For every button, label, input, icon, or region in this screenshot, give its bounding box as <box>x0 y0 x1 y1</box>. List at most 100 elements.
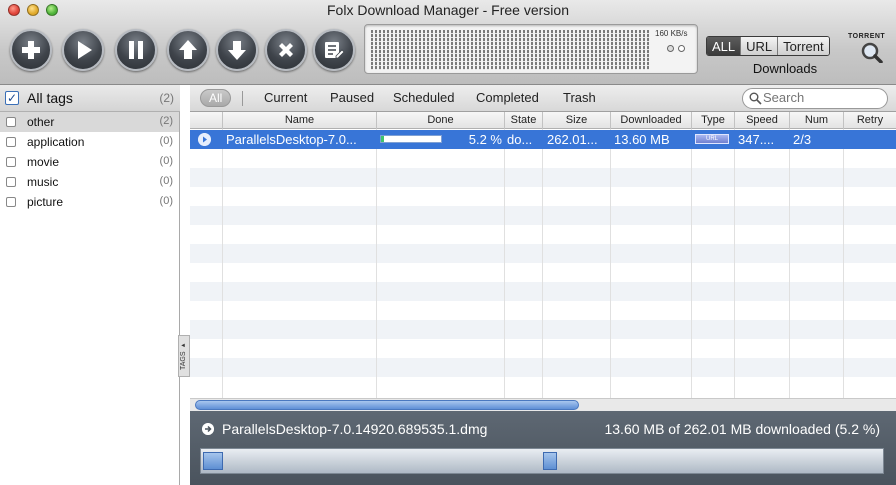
filter-url[interactable]: URL <box>740 37 778 55</box>
resume-button[interactable] <box>62 29 104 71</box>
scrollbar-thumb[interactable] <box>195 400 579 410</box>
column-header-size[interactable]: Size <box>542 112 610 129</box>
toolbar: Folx Download Manager - Free version 160… <box>0 0 896 85</box>
download-details-panel: ParallelsDesktop-7.0.14920.689535.1.dmg … <box>190 411 896 485</box>
row-downloaded: 13.60 MB <box>614 132 670 147</box>
tab-current[interactable]: Current <box>264 90 307 105</box>
empty-row <box>190 282 896 301</box>
speed-limit-selector[interactable] <box>665 45 687 57</box>
tag-name: music <box>27 175 59 189</box>
all-tags-checkbox[interactable]: ✓ <box>5 91 19 105</box>
table-header: Name Done State Size Downloaded Type Spe… <box>190 112 896 129</box>
plus-icon <box>22 41 40 59</box>
row-progress-fill <box>381 136 384 142</box>
tab-completed[interactable]: Completed <box>476 90 539 105</box>
empty-row <box>190 244 896 263</box>
column-divider <box>504 129 505 398</box>
detail-filename: ParallelsDesktop-7.0.14920.689535.1.dmg <box>222 421 488 437</box>
tag-count: (0) <box>159 195 173 207</box>
column-header-name[interactable]: Name <box>222 112 376 129</box>
move-up-button[interactable] <box>167 29 209 71</box>
table-row[interactable]: ParallelsDesktop-7.0... 5.2 % do... 262.… <box>190 130 896 149</box>
arrow-up-icon <box>179 40 197 59</box>
column-divider <box>734 129 735 398</box>
downloads-table: Name Done State Size Downloaded Type Spe… <box>190 112 896 398</box>
tag-item-movie[interactable]: movie (0) <box>0 152 179 172</box>
tab-all[interactable]: All <box>200 89 232 107</box>
tag-item-picture[interactable]: picture (0) <box>0 192 179 212</box>
arrow-circle-icon <box>202 423 214 435</box>
tab-paused[interactable]: Paused <box>330 90 374 105</box>
empty-row <box>190 320 896 339</box>
empty-row <box>190 263 896 282</box>
column-header-icon[interactable] <box>190 112 222 129</box>
column-divider <box>542 129 543 398</box>
search-icon <box>749 92 762 105</box>
move-down-button[interactable] <box>216 29 258 71</box>
search-box[interactable] <box>742 88 888 109</box>
column-divider <box>610 129 611 398</box>
tag-checkbox[interactable] <box>6 177 16 187</box>
column-header-type[interactable]: Type <box>691 112 734 129</box>
empty-row <box>190 301 896 320</box>
empty-row <box>190 358 896 377</box>
row-num: 2/3 <box>793 132 812 147</box>
tag-checkbox[interactable] <box>6 117 16 127</box>
delete-button[interactable] <box>265 29 307 71</box>
filter-all[interactable]: ALL <box>707 37 741 55</box>
tab-scheduled[interactable]: Scheduled <box>393 90 454 105</box>
play-circle-icon[interactable] <box>198 133 211 146</box>
empty-row <box>190 149 896 168</box>
horizontal-scrollbar[interactable] <box>190 398 896 411</box>
tag-name: application <box>27 135 85 149</box>
empty-row <box>190 168 896 187</box>
column-divider <box>691 129 692 398</box>
row-state: do... <box>507 132 533 147</box>
tag-name: other <box>27 115 55 129</box>
row-done: 5.2 % <box>468 132 502 147</box>
edit-button[interactable] <box>313 29 355 71</box>
speed-limit-label: 160 KB/s <box>655 29 688 38</box>
tag-item-music[interactable]: music (0) <box>0 172 179 192</box>
empty-row <box>190 206 896 225</box>
pause-icon <box>129 41 143 59</box>
all-tags-row[interactable]: ✓ All tags (2) <box>0 85 180 112</box>
play-icon <box>78 41 92 59</box>
column-header-done[interactable]: Done <box>376 112 504 129</box>
column-header-retry[interactable]: Retry <box>843 112 896 129</box>
tag-count: (2) <box>159 115 173 127</box>
pause-button[interactable] <box>115 29 157 71</box>
tag-count: (0) <box>159 135 173 147</box>
filter-torrent[interactable]: Torrent <box>777 37 829 55</box>
tags-panel-toggle[interactable]: TAGS ▸ <box>178 335 190 377</box>
tab-separator <box>242 91 243 106</box>
empty-row <box>190 225 896 244</box>
add-download-button[interactable] <box>10 29 52 71</box>
tag-name: picture <box>27 195 64 209</box>
empty-row <box>190 339 896 358</box>
tag-count: (0) <box>159 155 173 167</box>
tag-item-application[interactable]: application (0) <box>0 132 179 152</box>
column-header-speed[interactable]: Speed <box>734 112 789 129</box>
knob-dot-icon <box>678 45 685 52</box>
tag-checkbox[interactable] <box>6 137 16 147</box>
tab-trash[interactable]: Trash <box>563 90 596 105</box>
column-header-state[interactable]: State <box>504 112 542 129</box>
tag-count: (0) <box>159 175 173 187</box>
column-header-num[interactable]: Num <box>789 112 843 129</box>
speed-graph: 160 KB/s <box>364 24 698 74</box>
tag-checkbox[interactable] <box>6 157 16 167</box>
column-divider <box>222 129 223 398</box>
segment-progress <box>203 452 223 470</box>
tag-checkbox[interactable] <box>6 197 16 207</box>
row-size: 262.01... <box>547 132 598 147</box>
torrent-search-button[interactable]: TORRENT <box>848 33 886 64</box>
downloads-label: Downloads <box>752 61 818 76</box>
edit-list-icon <box>325 42 345 59</box>
torrent-label: TORRENT <box>848 33 886 40</box>
tag-item-other[interactable]: other (2) <box>0 112 179 132</box>
empty-row <box>190 377 896 396</box>
arrow-down-icon <box>228 41 246 60</box>
search-input[interactable] <box>763 90 883 105</box>
column-header-downloaded[interactable]: Downloaded <box>610 112 691 129</box>
